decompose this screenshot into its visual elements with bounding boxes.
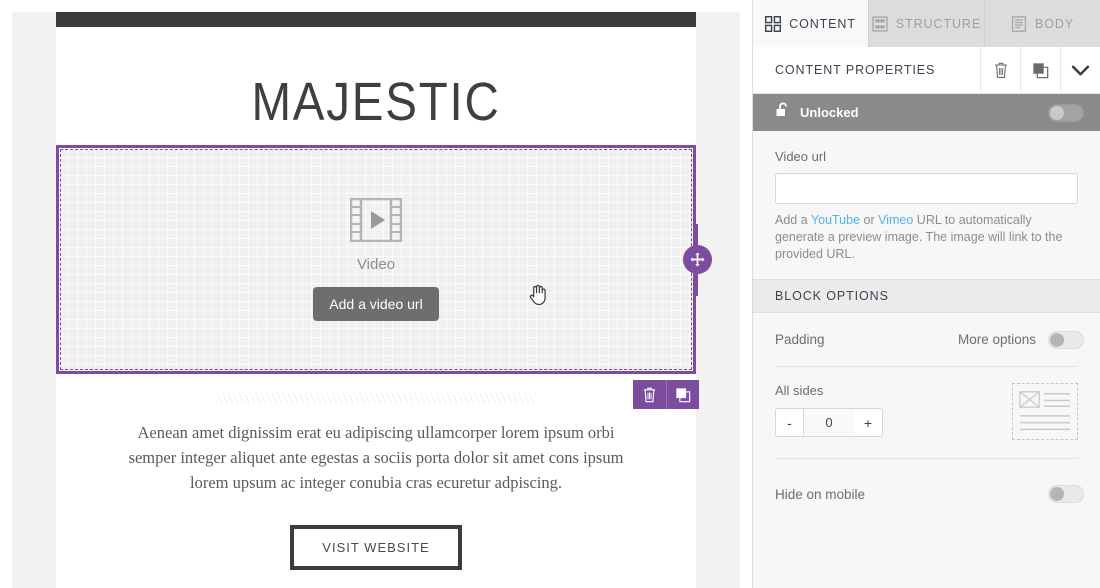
block-action-toolbar	[633, 380, 699, 409]
unlocked-padlock-icon	[775, 102, 791, 123]
padding-row: Padding More options	[753, 313, 1100, 366]
padding-increment-button[interactable]: +	[854, 408, 883, 437]
vimeo-link[interactable]: Vimeo	[878, 213, 913, 227]
help-middle: or	[860, 213, 879, 227]
lock-label: Unlocked	[800, 105, 859, 120]
delete-block-button[interactable]	[633, 380, 666, 409]
lock-toggle-knob	[1050, 105, 1064, 120]
tab-content-label: CONTENT	[789, 16, 856, 31]
all-sides-control: All sides - 0 +	[775, 383, 1012, 437]
video-url-label: Video url	[775, 149, 827, 164]
help-prefix: Add a	[775, 213, 811, 227]
padding-label: Padding	[775, 332, 825, 347]
visit-website-button[interactable]: VISIT WEBSITE	[290, 525, 462, 570]
delete-content-button[interactable]	[980, 46, 1020, 94]
padding-preview-icon	[1012, 383, 1078, 440]
tab-body-label: BODY	[1034, 16, 1075, 31]
content-properties-title: CONTENT PROPERTIES	[775, 63, 936, 77]
tab-content[interactable]: CONTENT	[753, 0, 869, 47]
duplicate-content-button[interactable]	[1020, 46, 1060, 94]
video-url-group: Video url Add a YouTube or Vimeo URL to …	[753, 131, 1100, 279]
rows-stack-icon	[872, 15, 888, 32]
more-options-toggle-knob	[1050, 332, 1064, 347]
divider-hatch	[56, 390, 696, 406]
hide-on-mobile-row: Hide on mobile	[753, 459, 1100, 529]
panel-tabs: CONTENT STRUCTURE BODY	[753, 0, 1100, 47]
move-arrows-icon[interactable]	[683, 245, 712, 274]
pointing-hand-cursor	[528, 283, 547, 311]
panel-scroll-area: Video url Add a YouTube or Vimeo URL to …	[753, 131, 1100, 588]
more-options-label: More options	[957, 332, 1036, 347]
tab-body[interactable]: BODY	[985, 0, 1100, 47]
padding-stepper: - 0 +	[775, 408, 1012, 437]
hide-on-mobile-toggle[interactable]	[1048, 485, 1084, 503]
video-placeholder-caption: Video	[356, 256, 396, 273]
add-video-url-button[interactable]: Add a video url	[313, 287, 439, 321]
app-root: MAJESTIC Video Add a video url Aenean am…	[0, 0, 1100, 588]
properties-panel: CONTENT STRUCTURE BODY CONTENT PROPERTIE…	[752, 0, 1100, 588]
chevron-down-icon[interactable]	[1060, 46, 1100, 94]
video-placeholder-block[interactable]: Video Add a video url	[56, 145, 696, 374]
video-url-help: Add a YouTube or Vimeo URL to automatica…	[775, 212, 1078, 263]
email-top-bar	[56, 12, 696, 27]
hide-on-mobile-toggle-knob	[1050, 487, 1064, 501]
document-icon	[1011, 15, 1027, 32]
tab-structure[interactable]: STRUCTURE	[869, 0, 985, 47]
cta-wrapper: VISIT WEBSITE	[56, 525, 696, 570]
block-options-header: BLOCK OPTIONS	[753, 279, 1100, 313]
all-sides-row: All sides - 0 +	[753, 367, 1100, 458]
divider-hatch-pattern	[216, 392, 536, 404]
body-paragraph: Aenean amet dignissim erat eu adipiscing…	[128, 423, 624, 492]
content-properties-header: CONTENT PROPERTIES	[753, 46, 1100, 94]
more-options-toggle[interactable]	[1048, 330, 1084, 349]
film-strip-play-icon	[349, 197, 403, 243]
lock-bar: Unlocked	[753, 94, 1100, 131]
youtube-link[interactable]: YouTube	[811, 213, 860, 227]
tab-structure-label: STRUCTURE	[895, 16, 982, 31]
duplicate-block-button[interactable]	[666, 380, 699, 409]
email-canvas: MAJESTIC Video Add a video url Aenean am…	[0, 0, 752, 588]
hide-on-mobile-label: Hide on mobile	[775, 486, 866, 502]
video-url-input[interactable]	[775, 173, 1078, 204]
lock-toggle[interactable]	[1048, 103, 1084, 122]
padding-value[interactable]: 0	[804, 408, 854, 437]
all-sides-label: All sides	[775, 383, 824, 398]
padding-decrement-button[interactable]: -	[775, 408, 804, 437]
grid-blocks-icon	[765, 15, 782, 32]
